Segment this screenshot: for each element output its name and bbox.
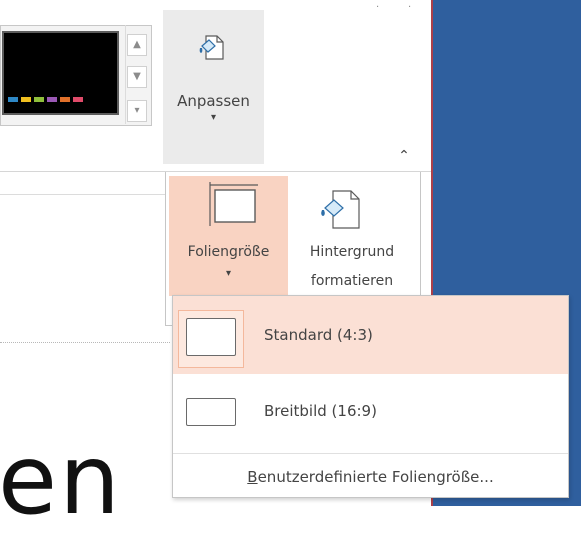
slide-size-dropdown-arrow: ▾ bbox=[225, 268, 232, 279]
chevron-down-icon: ▼ bbox=[133, 71, 141, 82]
slide-edge-line bbox=[0, 194, 170, 195]
customize-dropdown-arrow: ▾ bbox=[210, 112, 217, 123]
standard-label: Standard (4:3) bbox=[264, 326, 373, 344]
placeholder-border bbox=[0, 342, 170, 343]
format-background-icon bbox=[321, 190, 360, 229]
widescreen-16-9-icon bbox=[186, 398, 236, 426]
widescreen-label: Breitbild (16:9) bbox=[264, 402, 377, 420]
gallery-scroll-up-button[interactable]: ▲ bbox=[127, 34, 147, 56]
chevron-up-icon: ⌃ bbox=[398, 148, 410, 164]
custom-label-accelerator: B bbox=[247, 468, 258, 486]
menu-separator bbox=[173, 453, 568, 454]
theme-color-swatch bbox=[47, 97, 57, 102]
theme-color-swatch bbox=[73, 97, 83, 102]
format-background-label-line2: formatieren bbox=[310, 273, 394, 289]
custom-label-text: enutzerdefinierte Foliengröße... bbox=[257, 468, 494, 486]
customize-label: Anpassen bbox=[177, 92, 250, 110]
top-edge-marks: · · bbox=[376, 2, 412, 13]
slide-size-icon bbox=[209, 182, 258, 226]
format-background-label-line1: Hintergrund bbox=[309, 244, 395, 260]
theme-color-swatch bbox=[60, 97, 70, 102]
more-icon: ▾ bbox=[134, 105, 140, 116]
gallery-scroll-down-button[interactable]: ▼ bbox=[127, 66, 147, 88]
menu-item-custom-slide-size[interactable]: Benutzerdefinierte Foliengröße... bbox=[173, 468, 568, 486]
chevron-up-icon: ▲ bbox=[133, 39, 141, 50]
standard-4-3-icon bbox=[186, 318, 236, 356]
theme-color-swatch bbox=[8, 97, 18, 102]
slide-title-text[interactable]: en bbox=[0, 432, 122, 528]
theme-color-swatch bbox=[21, 97, 31, 102]
collapse-ribbon-button[interactable]: ⌃ bbox=[395, 148, 413, 166]
theme-color-swatch bbox=[34, 97, 44, 102]
slide-size-label: Foliengröße bbox=[187, 244, 270, 260]
gallery-more-button[interactable]: ▾ bbox=[127, 100, 147, 122]
theme-thumbnail[interactable] bbox=[2, 31, 119, 115]
paint-bucket-icon bbox=[199, 35, 224, 60]
